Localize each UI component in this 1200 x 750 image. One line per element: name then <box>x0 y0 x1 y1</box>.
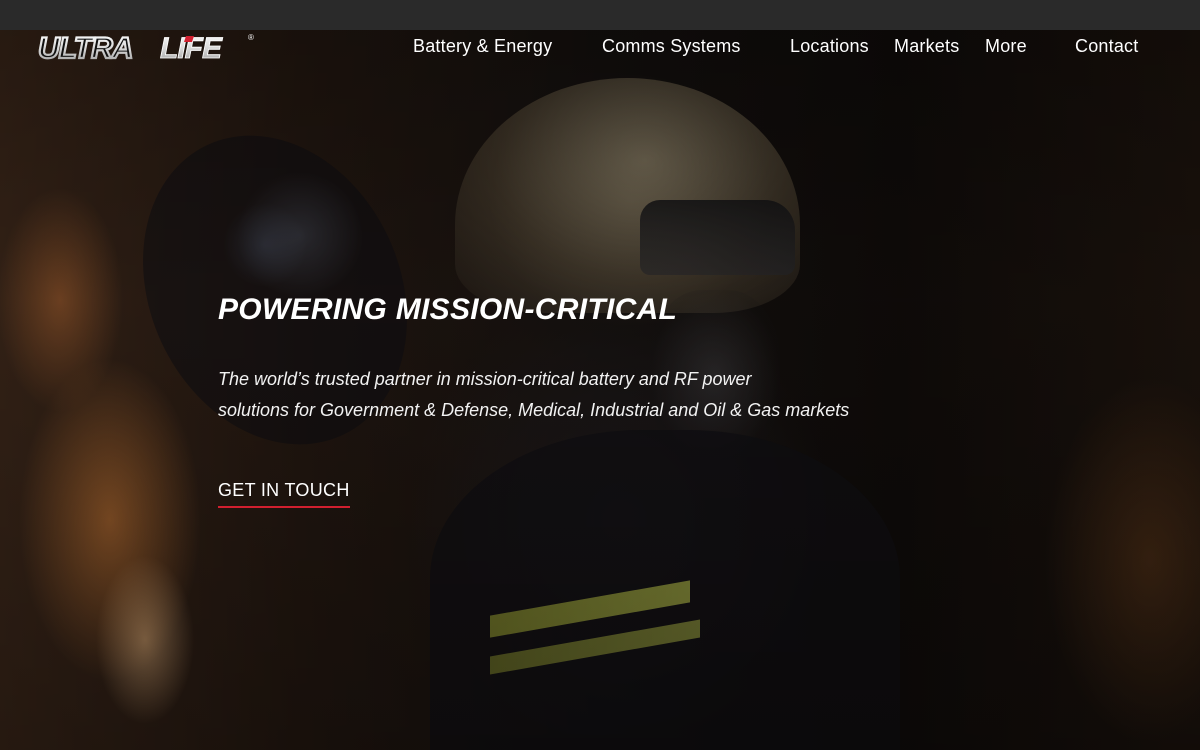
get-in-touch-button[interactable]: GET IN TOUCH <box>218 480 350 508</box>
nav-item-locations[interactable]: Locations <box>790 36 869 58</box>
ultralife-logo[interactable]: ULTRA LIFE ® <box>36 30 258 64</box>
logo-text-ultra: ULTRA <box>38 32 132 64</box>
hero-subtitle: The world’s trusted partner in mission-c… <box>218 364 918 426</box>
nav-item-battery-energy[interactable]: Battery & Energy <box>413 36 552 58</box>
nav-item-more[interactable]: More <box>985 36 1027 58</box>
hero-subtitle-line-2: solutions for Government & Defense, Medi… <box>218 400 850 420</box>
registered-mark: ® <box>248 33 254 42</box>
nav-item-contact[interactable]: Contact <box>1075 36 1138 58</box>
hero-title: POWERING MISSION-CRITICAL <box>218 293 678 326</box>
nav-item-markets[interactable]: Markets <box>894 36 959 58</box>
hero-subtitle-line-1: The world’s trusted partner in mission-c… <box>218 369 752 389</box>
nav-item-comms-systems[interactable]: Comms Systems <box>602 36 741 58</box>
logo-mark: ULTRA LIFE ® <box>37 31 254 64</box>
top-bar <box>0 0 1200 30</box>
